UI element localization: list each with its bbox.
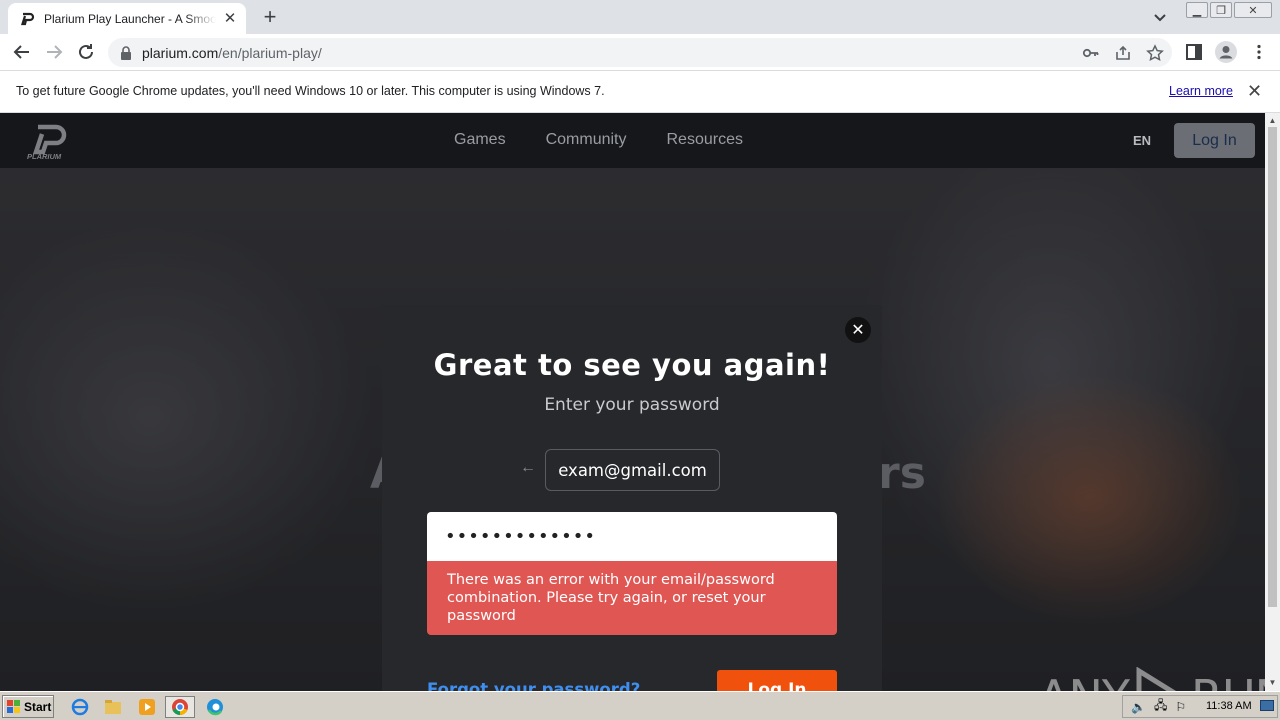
nav-resources[interactable]: Resources: [666, 131, 742, 149]
scroll-thumb[interactable]: [1268, 127, 1277, 607]
share-icon[interactable]: [1114, 44, 1132, 62]
page-scrollbar[interactable]: ▲ ▼: [1265, 113, 1280, 691]
browser-tab[interactable]: Plarium Play Launcher - A Smoother Gamin…: [8, 3, 246, 34]
ie-taskbar-icon[interactable]: [69, 696, 91, 718]
hero-background: A rs ✕ Great to see you again! Enter you…: [0, 168, 1265, 691]
action-center-flag-icon[interactable]: ⚐: [1175, 700, 1186, 714]
site-nav: Games Community Resources: [454, 131, 743, 149]
address-bar[interactable]: plarium.com/en/plarium-play/: [108, 38, 1172, 67]
minimize-button[interactable]: ▁: [1186, 2, 1208, 18]
page-viewport: PLARIUM Games Community Resources EN Log…: [0, 113, 1265, 691]
network-icon[interactable]: 🖧: [1154, 696, 1167, 717]
window-close-button[interactable]: ✕: [1234, 2, 1272, 18]
bookmark-star-icon[interactable]: [1146, 44, 1164, 62]
start-label: Start: [24, 699, 52, 714]
learn-more-link[interactable]: Learn more: [1169, 84, 1233, 98]
plarium-favicon-icon: [21, 12, 35, 25]
modal-subtitle: Enter your password: [544, 395, 720, 415]
scroll-up-icon[interactable]: ▲: [1268, 116, 1277, 125]
tab-strip: Plarium Play Launcher - A Smoother Gamin…: [0, 0, 1280, 34]
system-tray: 🔈 🖧 ⚐: [1122, 695, 1278, 718]
windows-flag-icon: [7, 699, 20, 713]
nav-games[interactable]: Games: [454, 131, 506, 149]
tab-search-chevron-icon[interactable]: [1150, 7, 1170, 27]
reload-icon[interactable]: [74, 40, 98, 64]
new-tab-button[interactable]: +: [258, 6, 282, 28]
infobar-message: To get future Google Chrome updates, you…: [16, 84, 605, 98]
error-message: There was an error with your email/passw…: [427, 561, 837, 635]
header-login-button[interactable]: Log In: [1174, 123, 1255, 158]
url-text: plarium.com/en/plarium-play/: [142, 44, 322, 61]
tab-title: Plarium Play Launcher - A Smoother Gamin…: [44, 11, 216, 26]
update-infobar: To get future Google Chrome updates, you…: [0, 71, 1280, 113]
infobar-close-icon[interactable]: ✕: [1247, 82, 1262, 100]
restore-button[interactable]: ❐: [1210, 2, 1232, 18]
volume-icon[interactable]: 🔈: [1131, 700, 1146, 714]
lock-icon[interactable]: [120, 45, 132, 60]
profile-avatar-icon[interactable]: [1214, 40, 1238, 64]
tab-close-icon[interactable]: ✕: [222, 10, 238, 27]
scroll-down-icon[interactable]: ▼: [1268, 678, 1277, 687]
header-login-label: Log In: [1192, 131, 1237, 149]
key-icon[interactable]: [1082, 44, 1100, 62]
login-button[interactable]: Log In: [717, 670, 837, 691]
plarium-logo[interactable]: PLARIUM: [26, 121, 76, 161]
side-panel-icon[interactable]: [1185, 43, 1203, 61]
browser-toolbar: plarium.com/en/plarium-play/: [0, 34, 1280, 71]
watermark-left: ANY: [1038, 670, 1130, 691]
start-button[interactable]: Start: [2, 695, 54, 718]
edge-taskbar-icon[interactable]: [204, 696, 226, 718]
email-chip[interactable]: exam@gmail.com: [545, 449, 720, 491]
modal-close-icon[interactable]: ✕: [845, 317, 871, 343]
play-triangle-icon: [1136, 667, 1177, 691]
login-modal: ✕ Great to see you again! Enter your pas…: [382, 305, 882, 691]
taskbar-clock[interactable]: 11:38 AM: [1206, 700, 1252, 712]
hero-title-right: rs: [878, 448, 926, 499]
nav-community[interactable]: Community: [546, 131, 627, 149]
modal-title: Great to see you again!: [433, 348, 831, 382]
media-player-taskbar-icon[interactable]: [136, 696, 158, 718]
back-icon[interactable]: [10, 40, 34, 64]
svg-text:PLARIUM: PLARIUM: [27, 152, 62, 161]
chrome-taskbar-icon[interactable]: [165, 696, 195, 718]
password-field[interactable]: [427, 512, 837, 561]
back-arrow-icon[interactable]: ←: [520, 460, 536, 476]
forward-icon[interactable]: [42, 40, 66, 64]
forgot-password-link[interactable]: Forgot your password?: [427, 680, 640, 691]
language-selector[interactable]: EN: [1133, 133, 1151, 148]
site-header: PLARIUM Games Community Resources EN Log…: [0, 113, 1265, 168]
anyrun-watermark: ANY RUN: [1038, 665, 1265, 691]
watermark-right: RUN: [1191, 670, 1265, 691]
show-desktop-icon[interactable]: [1260, 700, 1274, 712]
windows-taskbar: Start 🔈 🖧 ⚐ 11:38 AM: [0, 691, 1280, 720]
chrome-menu-icon[interactable]: [1250, 43, 1268, 61]
explorer-taskbar-icon[interactable]: [102, 696, 124, 718]
